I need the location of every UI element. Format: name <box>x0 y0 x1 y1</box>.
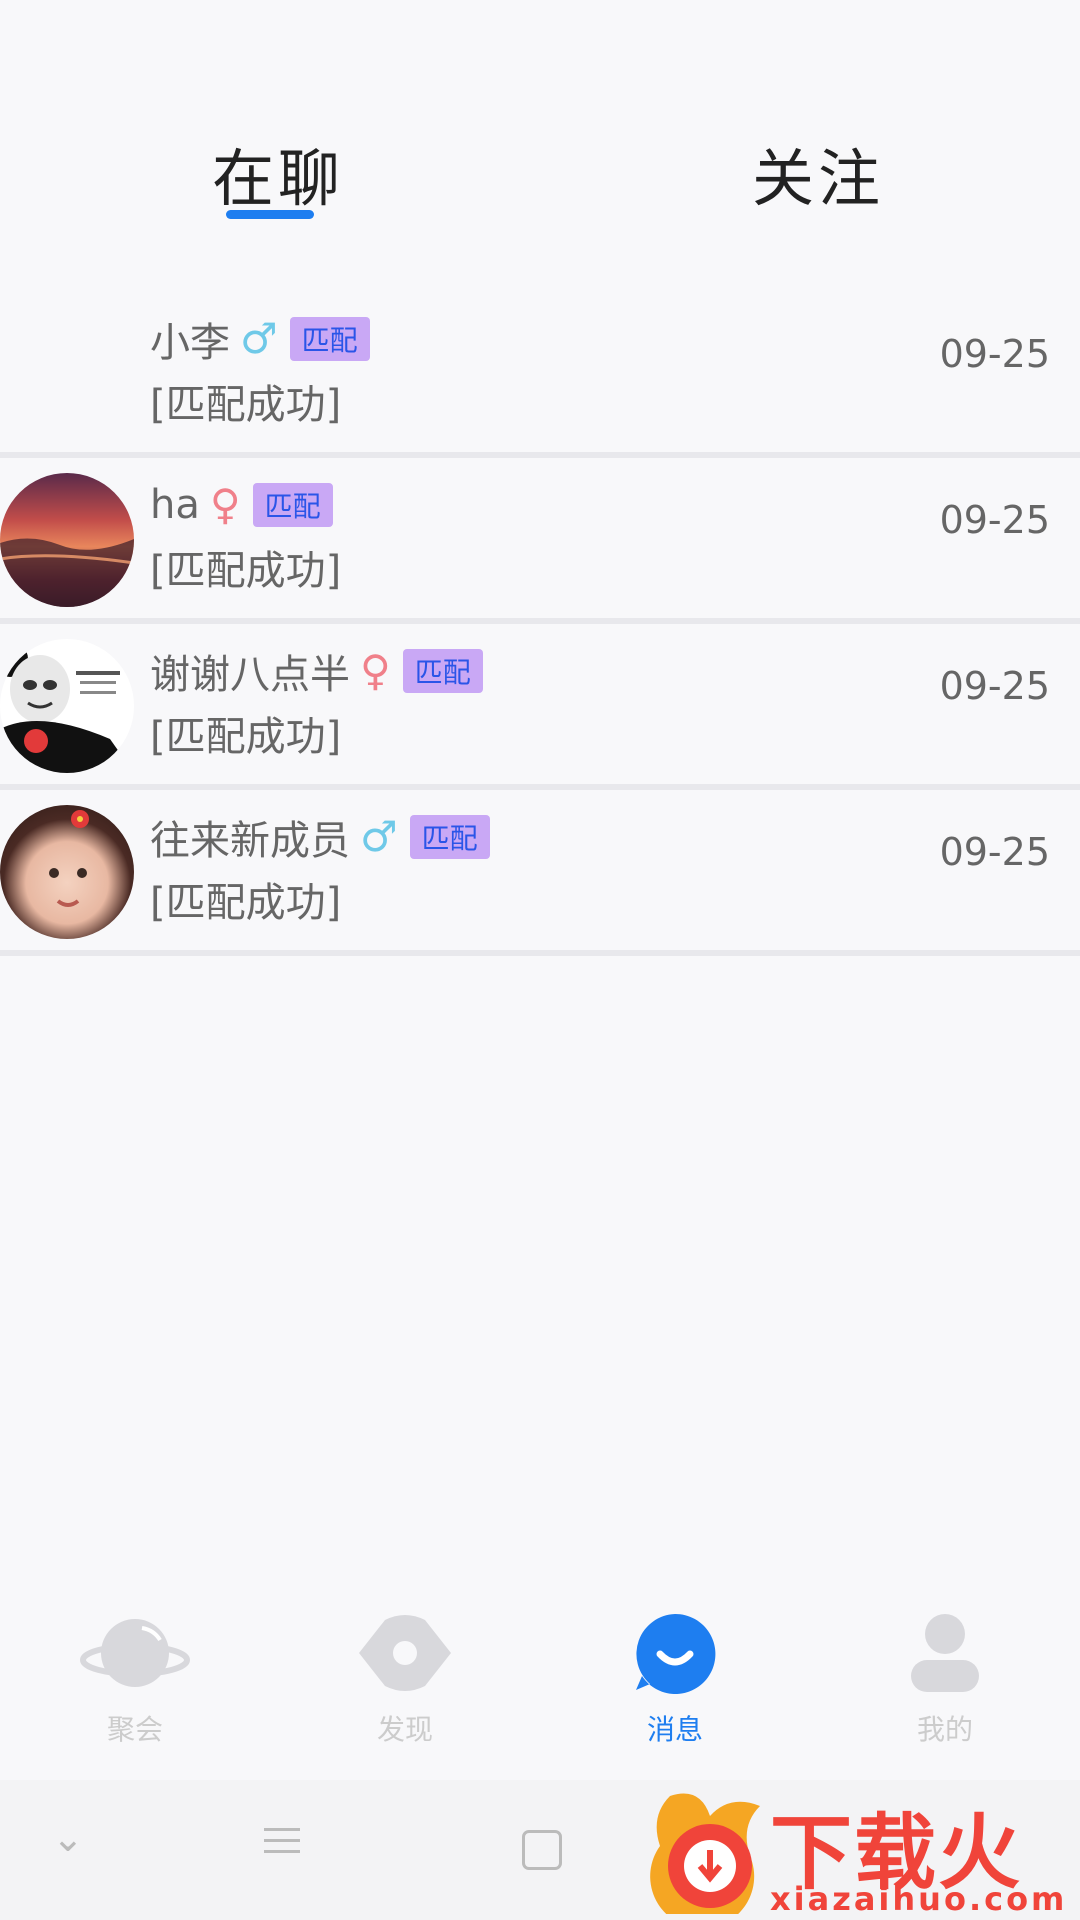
male-icon: ♂ <box>240 314 278 363</box>
avatar[interactable] <box>0 805 134 939</box>
message-date: 09-25 <box>939 830 1050 874</box>
avatar[interactable] <box>0 473 134 607</box>
nav-label: 消息 <box>646 1713 703 1746</box>
avatar[interactable] <box>0 639 134 773</box>
child-photo-icon <box>49 810 89 907</box>
planet-icon <box>45 1610 225 1696</box>
message-bubble-icon <box>585 1610 765 1696</box>
avatar[interactable] <box>0 307 134 441</box>
conversation-list: 小李 ♂ 匹配 [匹配成功] 09-25 ha ♀ 匹配 [匹配成功] 09-2… <box>0 292 1080 956</box>
message-date: 09-25 <box>939 332 1050 376</box>
eye-icon <box>315 1610 495 1696</box>
name-line: ha ♀ 匹配 <box>150 480 333 530</box>
contact-name: 往来新成员 <box>150 818 350 864</box>
watermark: 下载火 xiazaihuo.com <box>640 1780 1080 1920</box>
conversation-row[interactable]: 往来新成员 ♂ 匹配 [匹配成功] 09-25 <box>0 790 1080 956</box>
match-badge: 匹配 <box>252 483 333 527</box>
tab-chatting[interactable]: 在聊 <box>212 128 344 218</box>
nav-item-party[interactable]: 聚会 <box>45 1610 225 1748</box>
message-preview: [匹配成功] <box>150 548 342 594</box>
panda-meme-icon <box>0 641 134 773</box>
sunset-photo-icon <box>0 538 134 607</box>
match-badge: 匹配 <box>409 815 490 859</box>
contact-name: ha <box>150 482 200 528</box>
person-icon <box>855 1610 1035 1696</box>
conversation-row[interactable]: ha ♀ 匹配 [匹配成功] 09-25 <box>0 458 1080 624</box>
nav-label: 我的 <box>916 1713 973 1746</box>
match-badge: 匹配 <box>402 649 483 693</box>
match-badge: 匹配 <box>289 317 370 361</box>
nav-item-me[interactable]: 我的 <box>855 1610 1035 1748</box>
female-icon: ♀ <box>209 480 241 529</box>
message-date: 09-25 <box>939 498 1050 542</box>
contact-name: 小李 <box>150 320 230 366</box>
message-date: 09-25 <box>939 664 1050 708</box>
nav-label: 发现 <box>376 1713 433 1746</box>
watermark-url: xiazaihuo.com <box>770 1880 1068 1918</box>
male-icon: ♂ <box>360 812 398 861</box>
name-line: 小李 ♂ 匹配 <box>150 314 370 366</box>
tab-following[interactable]: 关注 <box>752 128 884 218</box>
bottom-nav: 聚会 发现 消息 我的 <box>0 1590 1080 1750</box>
female-icon: ♀ <box>360 646 391 695</box>
nav-item-messages[interactable]: 消息 <box>585 1610 765 1748</box>
top-tabs: 在聊 关注 <box>0 0 1080 260</box>
conversation-row[interactable]: 谢谢八点半 ♀ 匹配 [匹配成功] 09-25 <box>0 624 1080 790</box>
flame-logo-icon <box>650 1793 760 1914</box>
menu-icon[interactable] <box>262 1820 302 1864</box>
message-preview: [匹配成功] <box>150 880 342 926</box>
message-preview: [匹配成功] <box>150 714 342 760</box>
active-tab-indicator <box>226 210 314 219</box>
chevron-down-icon[interactable]: ⌄ <box>52 1816 84 1860</box>
name-line: 往来新成员 ♂ 匹配 <box>150 812 490 864</box>
nav-label: 聚会 <box>106 1713 163 1746</box>
conversation-row[interactable]: 小李 ♂ 匹配 [匹配成功] 09-25 <box>0 292 1080 458</box>
home-square-icon[interactable] <box>522 1830 562 1870</box>
name-line: 谢谢八点半 ♀ 匹配 <box>150 646 483 698</box>
contact-name: 谢谢八点半 <box>150 652 350 698</box>
message-preview: [匹配成功] <box>150 382 342 428</box>
nav-item-discover[interactable]: 发现 <box>315 1610 495 1748</box>
